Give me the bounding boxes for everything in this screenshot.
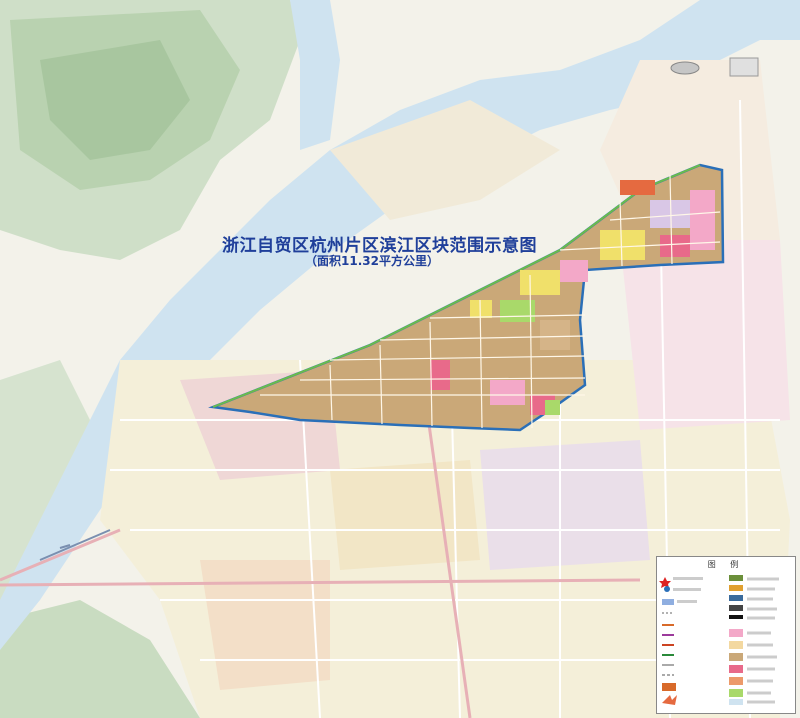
map-legend: 图 例 xyxy=(656,556,796,714)
legend-symbols xyxy=(659,575,779,705)
map-subtitle: （面积11.32平方公里） xyxy=(305,254,439,268)
legend-left-column xyxy=(659,577,703,705)
legend-right-column xyxy=(729,575,779,705)
legend-title: 图 例 xyxy=(707,560,745,569)
